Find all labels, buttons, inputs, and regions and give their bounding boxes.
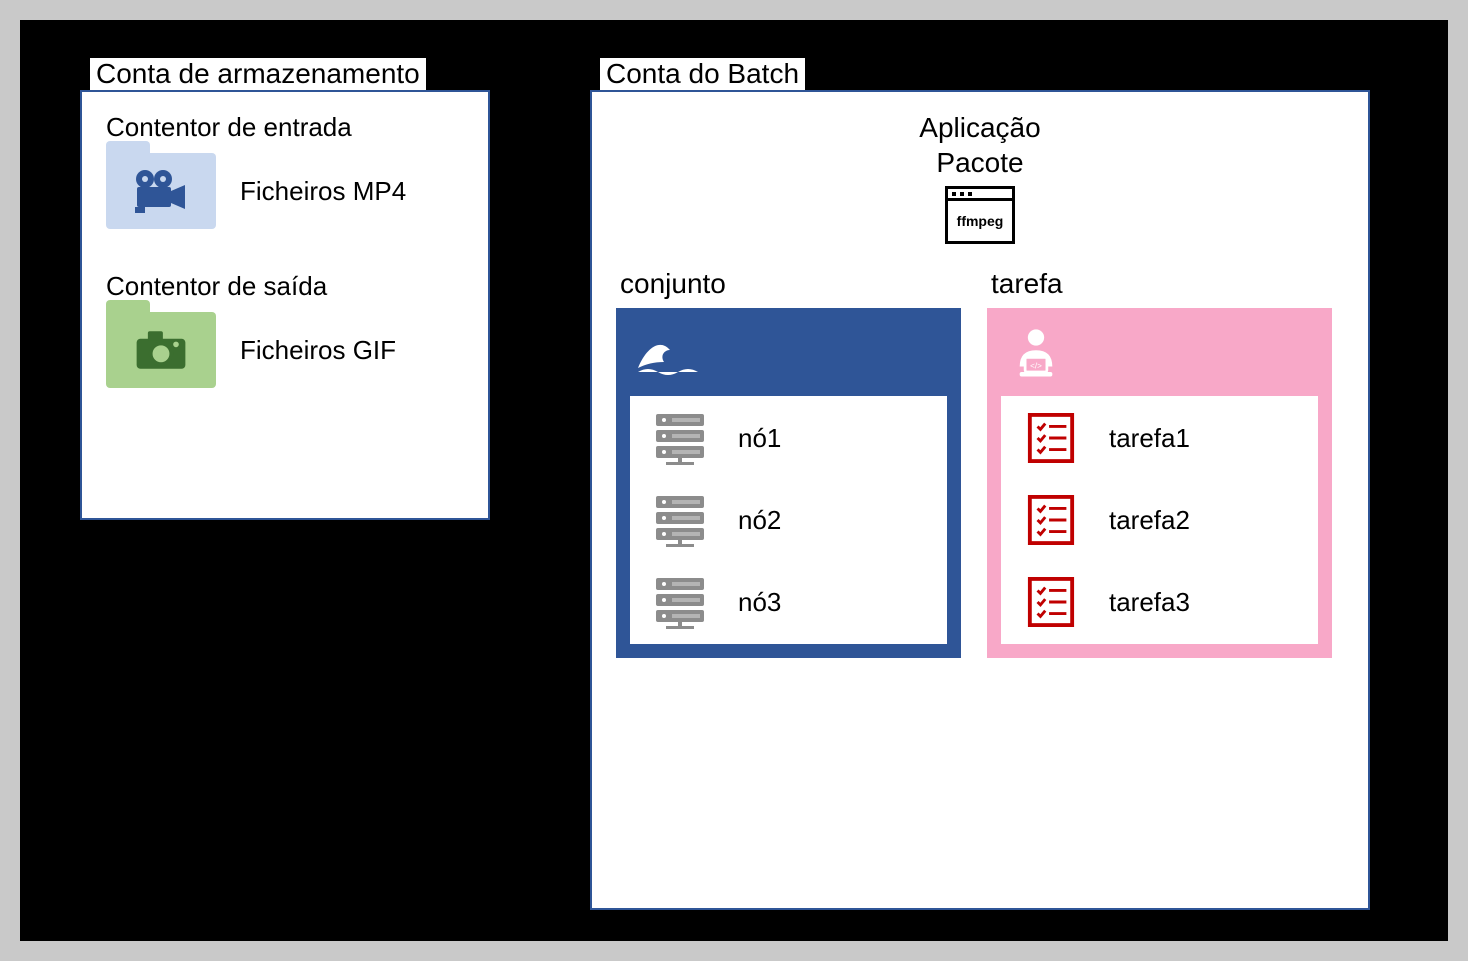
- task-label: tarefa2: [1109, 505, 1190, 536]
- job-task-row: tarefa3: [1019, 574, 1300, 630]
- input-container-title: Contentor de entrada: [106, 112, 464, 143]
- package-label: Pacote: [616, 145, 1344, 180]
- pool-nodes-list: nó1 nó2: [630, 396, 947, 644]
- batch-account-header: Conta do Batch: [600, 58, 805, 90]
- storage-account-box: Contentor de entrada: [80, 90, 490, 520]
- output-container-title: Contentor de saída: [106, 271, 464, 302]
- pool-panel: nó1 nó2: [616, 308, 961, 658]
- pool-job-columns: conjunto: [616, 268, 1344, 658]
- svg-text:</>: </>: [1030, 361, 1042, 370]
- input-container-section: Contentor de entrada: [106, 112, 464, 231]
- output-files-row: Ficheiros GIF: [106, 310, 464, 390]
- checklist-icon: [1019, 492, 1083, 548]
- node-label: nó1: [738, 423, 781, 454]
- mp4-folder-icon: [106, 151, 216, 231]
- job-column: tarefa </>: [987, 268, 1332, 658]
- diagram-root: Conta de armazenamento Conta do Batch Co…: [20, 20, 1448, 941]
- node-label: nó2: [738, 505, 781, 536]
- job-heading: tarefa: [987, 268, 1332, 300]
- task-label: tarefa1: [1109, 423, 1190, 454]
- pool-column: conjunto: [616, 268, 961, 658]
- server-icon: [648, 410, 712, 466]
- batch-account-box: Aplicação Pacote ffmpeg conjunto: [590, 90, 1370, 910]
- package-name: ffmpeg: [948, 201, 1012, 241]
- node-label: nó3: [738, 587, 781, 618]
- server-icon: [648, 492, 712, 548]
- camera-icon: [131, 327, 191, 373]
- task-label: tarefa3: [1109, 587, 1190, 618]
- package-window-icon: ffmpeg: [945, 186, 1015, 244]
- pool-node-row: nó2: [648, 492, 929, 548]
- gif-files-label: Ficheiros GIF: [240, 335, 396, 366]
- job-task-row: tarefa1: [1019, 410, 1300, 466]
- job-tasks-list: tarefa1 tarefa2: [1001, 396, 1318, 644]
- pool-node-row: nó3: [648, 574, 929, 630]
- mp4-files-label: Ficheiros MP4: [240, 176, 406, 207]
- job-task-row: tarefa2: [1019, 492, 1300, 548]
- gif-folder-icon: [106, 310, 216, 390]
- application-label: Aplicação: [616, 110, 1344, 145]
- storage-account-header: Conta de armazenamento: [90, 58, 426, 90]
- job-panel: </>: [987, 308, 1332, 658]
- application-package-area: Aplicação Pacote ffmpeg: [616, 110, 1344, 244]
- wave-icon: [636, 328, 700, 376]
- checklist-icon: [1019, 574, 1083, 630]
- output-container-section: Contentor de saída: [106, 271, 464, 390]
- pool-node-row: nó1: [648, 410, 929, 466]
- server-icon: [648, 574, 712, 630]
- checklist-icon: [1019, 410, 1083, 466]
- pool-heading: conjunto: [616, 268, 961, 300]
- film-camera-icon: [129, 167, 193, 215]
- input-files-row: Ficheiros MP4: [106, 151, 464, 231]
- person-laptop-icon: </>: [1007, 326, 1065, 378]
